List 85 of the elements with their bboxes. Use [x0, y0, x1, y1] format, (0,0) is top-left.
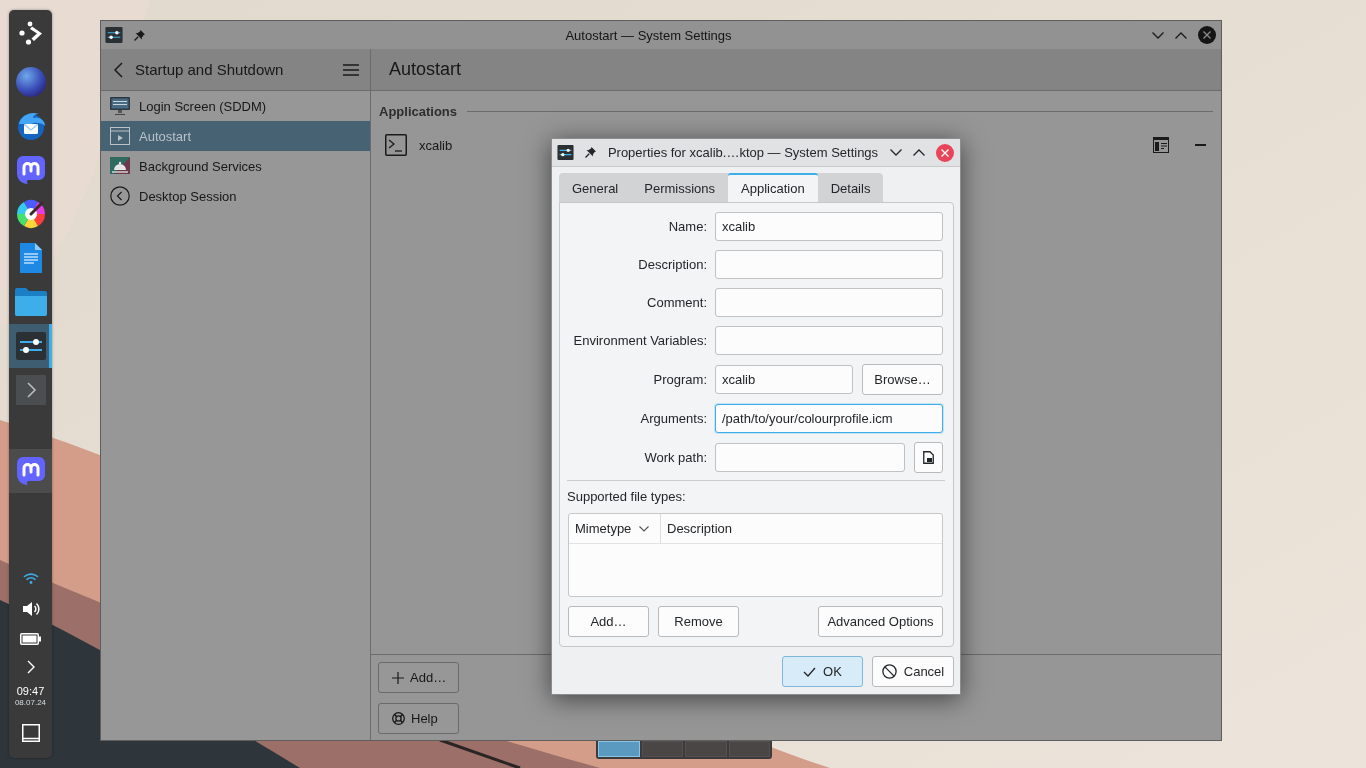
- footer-button[interactable]: Help: [378, 703, 459, 734]
- field-label: Work path:: [644, 450, 707, 465]
- service-bell-icon: [110, 157, 130, 175]
- window-title: Autostart — System Settings: [565, 27, 732, 43]
- file-picker-button[interactable]: [914, 442, 943, 473]
- tab[interactable]: Application: [728, 173, 818, 202]
- check-icon: [803, 666, 817, 677]
- lifebuoy-icon: [392, 712, 405, 725]
- back-circle-icon: [110, 186, 130, 206]
- taskbar-button[interactable]: [9, 324, 52, 368]
- clock-date[interactable]: 08.07.24: [14, 697, 47, 708]
- clock-time[interactable]: 09:47: [16, 684, 45, 698]
- sidebar-title: Startup and Shutdown: [135, 61, 284, 78]
- plus-icon: [392, 671, 404, 684]
- wifi-icon[interactable]: [22, 572, 39, 584]
- tab[interactable]: Permissions: [631, 173, 729, 202]
- field-label: Comment:: [647, 295, 707, 310]
- field-label: Arguments:: [640, 411, 707, 426]
- speaker-icon[interactable]: [21, 601, 40, 617]
- pager-cell[interactable]: [641, 741, 683, 757]
- pin-icon[interactable]: [134, 29, 145, 41]
- text-field[interactable]: xcalib: [715, 365, 853, 394]
- close-icon[interactable]: [1198, 26, 1216, 44]
- chevron-up-icon[interactable]: [913, 149, 925, 156]
- text-field[interactable]: [715, 288, 943, 317]
- dialog-button[interactable]: OK: [782, 656, 863, 687]
- document-icon: [19, 243, 42, 273]
- table-action-button[interactable]: Advanced Options: [818, 606, 943, 637]
- monitor-icon: [110, 97, 130, 115]
- field-label: Program:: [653, 372, 707, 387]
- field-label: Name:: [668, 219, 707, 234]
- properties-icon[interactable]: [1153, 137, 1169, 153]
- text-field[interactable]: xcalib: [715, 212, 943, 241]
- group-label: Supported file types:: [567, 489, 686, 505]
- color-wheel-icon: [15, 199, 46, 229]
- tab[interactable]: Details: [817, 173, 884, 202]
- chevron-up-icon[interactable]: [1175, 31, 1187, 39]
- menu-icon[interactable]: [343, 63, 359, 76]
- field-label: Environment Variables:: [573, 333, 707, 348]
- browse-button[interactable]: Browse…: [862, 364, 943, 395]
- speech-bubble-icon: [15, 155, 46, 185]
- entry-name[interactable]: xcalib: [419, 137, 453, 153]
- text-field[interactable]: [715, 443, 905, 472]
- column-header[interactable]: Mimetype: [569, 514, 661, 543]
- table-action-button[interactable]: Add…: [568, 606, 649, 637]
- close-icon[interactable]: [936, 143, 954, 162]
- section-title: Applications: [379, 103, 457, 119]
- file-icon: [923, 451, 934, 464]
- launcher-icon: [18, 21, 43, 45]
- sliders-icon: [557, 145, 574, 160]
- page-title: Autostart: [389, 59, 462, 80]
- chevron-down-icon[interactable]: [890, 149, 902, 156]
- battery-icon[interactable]: [20, 633, 41, 645]
- pin-icon[interactable]: [585, 147, 596, 158]
- taskbar-button[interactable]: [9, 449, 52, 493]
- footer-button[interactable]: Add…: [378, 662, 459, 693]
- window-play-icon: [110, 127, 130, 145]
- terminal-icon: [15, 375, 46, 405]
- back-icon[interactable]: [114, 61, 123, 78]
- sidebar-item[interactable]: Background Services: [101, 151, 370, 181]
- sliders-icon: [15, 332, 46, 360]
- sidebar-item[interactable]: Autostart: [101, 121, 370, 151]
- dialog-title: Properties for xcalib.…ktop — System Settings: [607, 145, 879, 160]
- tab[interactable]: General: [559, 173, 632, 202]
- pager-cell[interactable]: [598, 741, 640, 757]
- show-desktop-icon[interactable]: [21, 724, 40, 742]
- folder-icon: [14, 288, 47, 316]
- sidebar-item[interactable]: Login Screen (SDDM): [101, 91, 370, 121]
- globe-icon: [15, 67, 46, 97]
- dialog-button[interactable]: Cancel: [872, 656, 954, 687]
- chevron-right-icon[interactable]: [26, 660, 35, 674]
- table-action-button[interactable]: Remove: [658, 606, 739, 637]
- sliders-icon: [105, 27, 123, 43]
- field-label: Description:: [638, 257, 707, 272]
- cancel-icon: [881, 664, 897, 679]
- sidebar-item[interactable]: Desktop Session: [101, 181, 370, 211]
- text-field[interactable]: [715, 326, 943, 355]
- speech-bubble-icon: [15, 456, 46, 486]
- pager-cell[interactable]: [728, 741, 770, 757]
- pager-cell[interactable]: [685, 741, 727, 757]
- terminal-icon: [385, 134, 407, 156]
- text-field[interactable]: [715, 250, 943, 279]
- chevron-down-icon[interactable]: [1152, 31, 1164, 39]
- text-field[interactable]: /path/to/your/colourprofile.icm: [715, 404, 943, 433]
- column-header[interactable]: Description: [661, 514, 942, 543]
